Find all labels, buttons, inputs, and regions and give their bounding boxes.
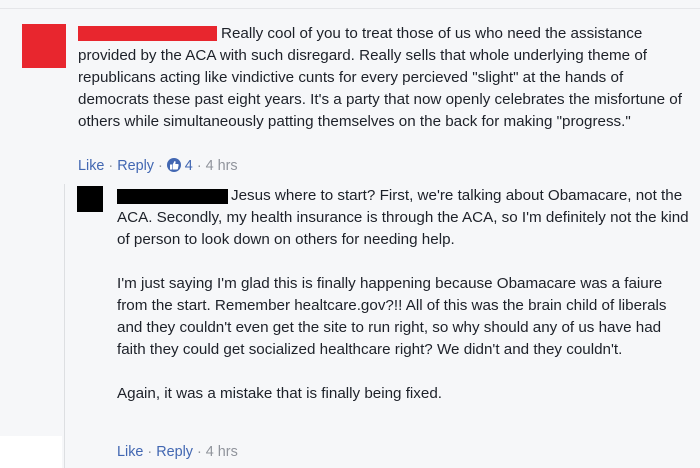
separator: · (158, 158, 163, 174)
separator: · (197, 444, 202, 460)
reply-like-button[interactable]: Like (117, 444, 143, 460)
redacted-commenter-name (78, 26, 217, 41)
replier-avatar[interactable] (77, 186, 103, 212)
separator: · (196, 158, 202, 174)
blank-area (0, 436, 62, 468)
reply-button[interactable]: Reply (117, 158, 154, 174)
reply-paragraph: Again, it was a mistake that is finally … (117, 385, 443, 402)
reply-actions: Like · Reply · 4 hrs (117, 444, 238, 460)
comment-timestamp[interactable]: 4 hrs (206, 158, 238, 174)
separator: · (108, 158, 114, 174)
reply-reply-button[interactable]: Reply (156, 444, 193, 460)
top-divider (0, 8, 700, 9)
reply-body: Jesus where to start? First, we're talki… (117, 185, 692, 405)
comment-actions: Like · Reply · 4 · 4 hrs (78, 158, 238, 174)
commenter-avatar[interactable] (22, 24, 66, 68)
redacted-replier-name (117, 189, 228, 204)
reply-timestamp[interactable]: 4 hrs (206, 444, 238, 460)
like-button[interactable]: Like (78, 158, 104, 174)
thumbs-up-icon[interactable] (166, 158, 181, 172)
separator: · (147, 444, 153, 460)
reply-thread-line (64, 184, 65, 468)
reaction-count[interactable]: 4 (185, 158, 193, 174)
reply-paragraph: I'm just saying I'm glad this is finally… (117, 275, 671, 358)
